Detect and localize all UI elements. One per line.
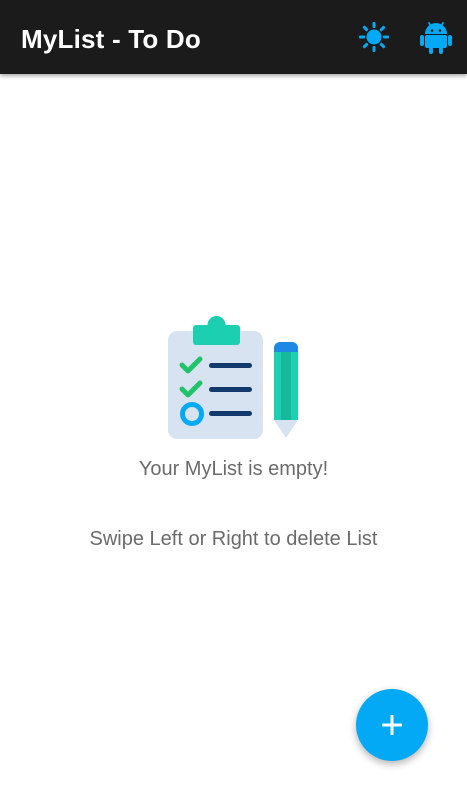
android-icon <box>420 22 452 54</box>
brightness-icon <box>359 22 389 52</box>
plus-icon <box>382 715 402 735</box>
clipboard-checklist-pencil-icon <box>168 316 298 439</box>
empty-state-title: Your MyList is empty! <box>138 458 329 480</box>
empty-state-hint: Swipe Left or Right to delete List <box>89 528 378 550</box>
app-title: MyList - To Do <box>21 24 201 54</box>
android-button[interactable] <box>416 17 456 57</box>
add-list-button[interactable] <box>356 689 428 761</box>
theme-toggle-button[interactable] <box>354 17 394 57</box>
app-bar: MyList - To Do <box>0 0 467 74</box>
